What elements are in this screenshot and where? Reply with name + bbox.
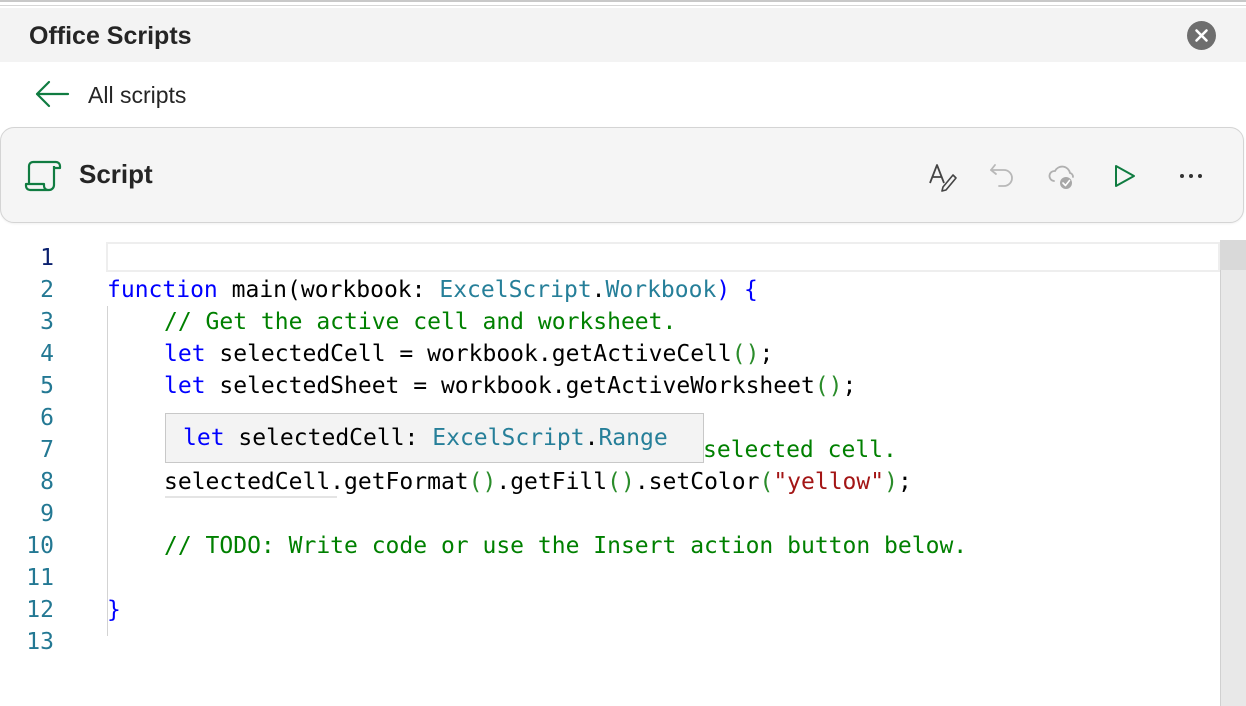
line-number: 6 <box>40 405 54 431</box>
indent-guide <box>107 306 108 636</box>
code-text: selectedCell = workbook.getActiveCell <box>205 341 732 367</box>
code-text: selectedCell: <box>224 425 433 451</box>
code-text: ; <box>759 341 774 367</box>
line-number: 7 <box>40 437 54 463</box>
code-editor[interactable]: 1 2 3 4 5 6 7 8 9 10 11 12 13 function m… <box>0 240 1246 706</box>
type-name: ExcelScript <box>432 425 585 451</box>
line-number: 3 <box>40 309 54 335</box>
code-text: selectedSheet = workbook.getActiveWorksh… <box>205 373 815 399</box>
comment: selected cell. <box>703 437 897 463</box>
window-top-border <box>0 0 1246 8</box>
close-icon <box>1195 29 1208 42</box>
vertical-scrollbar[interactable] <box>1220 240 1246 706</box>
parens: () <box>607 469 635 495</box>
code-line-2: function main(workbook: ExcelScript.Work… <box>107 274 758 306</box>
keyword: let <box>164 373 206 399</box>
undo-icon <box>990 164 1013 187</box>
scrollbar-thumb[interactable] <box>1220 240 1246 270</box>
comment: // Get the active cell and worksheet. <box>164 309 677 335</box>
string-literal: "yellow" <box>773 469 885 495</box>
symbol-highlight <box>165 496 337 498</box>
code-text: ; <box>842 373 857 399</box>
script-name: Script <box>79 159 153 189</box>
hover-signature: let selectedCell: ExcelScript.Range <box>183 422 668 454</box>
line-number: 5 <box>40 373 54 399</box>
code-line-12: } <box>107 594 121 626</box>
parens: ( <box>759 469 774 495</box>
comment: // TODO: Write code or use the Insert ac… <box>164 533 968 559</box>
code-line-5: let selectedSheet = workbook.getActiveWo… <box>164 370 856 402</box>
line-number: 1 <box>40 245 54 271</box>
keyword: function <box>107 277 218 303</box>
code-text: .setColor <box>634 469 760 495</box>
code-line-3: // Get the active cell and worksheet. <box>164 306 676 338</box>
code-text: main(workbook: <box>217 277 440 303</box>
pane-header: Office Scripts <box>0 8 1246 62</box>
code-text: ) { <box>716 277 758 303</box>
code-text: ; <box>897 469 912 495</box>
type-name: Range <box>598 425 668 451</box>
line-number: 4 <box>40 341 54 367</box>
line-number: 9 <box>40 501 54 527</box>
undo-button[interactable] <box>986 159 1020 193</box>
all-scripts-link[interactable]: All scripts <box>88 82 186 109</box>
parens: () <box>468 469 497 495</box>
type-name: Workbook <box>605 277 717 303</box>
current-line-highlight <box>106 242 1220 272</box>
type-name: ExcelScript <box>439 277 592 303</box>
line-number: 10 <box>26 533 54 559</box>
line-number: 8 <box>40 469 54 495</box>
keyword: let <box>164 341 206 367</box>
parens: () <box>731 341 760 367</box>
code-text: selectedCell.getFormat <box>164 469 469 495</box>
brace: } <box>107 597 121 623</box>
format-code-icon <box>929 164 957 192</box>
code-line-7: selected cell. <box>703 434 897 466</box>
code-text: . <box>584 425 599 451</box>
hover-tooltip: let selectedCell: ExcelScript.Range <box>165 413 704 463</box>
line-number: 11 <box>26 565 54 591</box>
parens: ) <box>884 469 898 495</box>
format-code-button[interactable] <box>926 159 960 193</box>
script-scroll-icon <box>24 160 62 192</box>
script-header-card: Script <box>0 127 1244 223</box>
keyword: let <box>183 425 225 451</box>
run-button[interactable] <box>1108 159 1142 193</box>
close-button[interactable] <box>1187 21 1216 50</box>
run-play-icon <box>1115 165 1135 187</box>
more-options-button[interactable] <box>1174 159 1208 193</box>
more-ellipsis-icon <box>1180 174 1202 178</box>
arrow-left-icon[interactable] <box>33 78 71 110</box>
code-line-4: let selectedCell = workbook.getActiveCel… <box>164 338 773 370</box>
line-number: 13 <box>26 629 54 655</box>
code-text: . <box>591 277 606 303</box>
line-number: 2 <box>40 277 54 303</box>
parens: () <box>814 373 843 399</box>
cloud-saved-icon <box>1048 165 1074 189</box>
back-row: All scripts <box>0 62 1246 126</box>
pane-title: Office Scripts <box>29 22 192 50</box>
code-text: .getFill <box>496 469 608 495</box>
save-status-button[interactable] <box>1046 159 1080 193</box>
line-number: 12 <box>26 597 54 623</box>
code-line-8: selectedCell.getFormat().getFill().setCo… <box>164 466 912 498</box>
code-line-10: // TODO: Write code or use the Insert ac… <box>164 530 967 562</box>
